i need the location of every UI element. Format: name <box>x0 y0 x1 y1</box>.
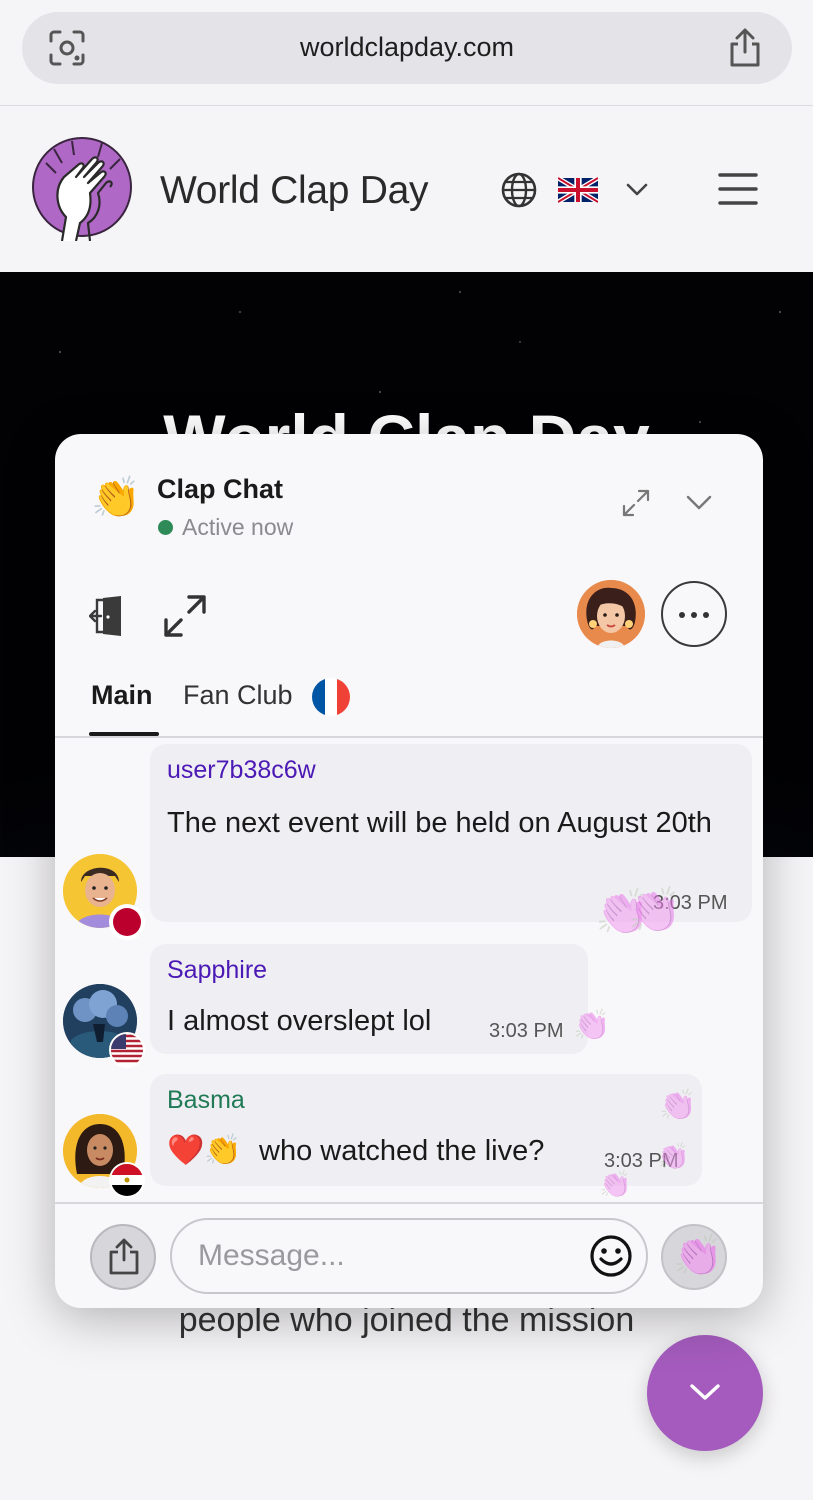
host-avatar[interactable] <box>577 580 645 648</box>
tab-fan-club[interactable]: Fan Club <box>183 680 293 711</box>
message-username[interactable]: Basma <box>167 1086 245 1115</box>
share-icon[interactable] <box>726 28 764 68</box>
chevron-down-icon[interactable] <box>624 179 650 199</box>
clap-reaction-icon[interactable]: 👏 <box>659 1088 696 1123</box>
chat-title: Clap Chat <box>157 474 284 504</box>
url-text[interactable]: worldclapday.com <box>22 32 792 63</box>
message-text: I almost overslept lol <box>167 1005 432 1037</box>
share-button[interactable] <box>90 1224 156 1290</box>
fullscreen-icon[interactable] <box>163 594 207 638</box>
send-clap-button[interactable]: 👏 <box>661 1224 727 1290</box>
site-header: World Clap Day <box>0 107 813 272</box>
message-text: who watched the live? <box>259 1135 545 1167</box>
expand-icon[interactable] <box>621 488 651 518</box>
smiley-icon[interactable] <box>589 1234 633 1278</box>
message-username[interactable]: user7b38c6w <box>167 756 316 785</box>
egypt-flag-icon <box>109 1162 145 1198</box>
clap-reaction-icon[interactable]: 👏 <box>657 1142 689 1172</box>
logo-clap-icon[interactable] <box>32 137 134 241</box>
browser-toolbar: worldclapday.com <box>0 0 813 106</box>
clap-icon: 👏 <box>673 1233 723 1279</box>
message-list[interactable]: user7b38c6w The next event will be held … <box>55 738 763 1202</box>
chat-widget: 👏 Clap Chat Active now Main Fan Club use… <box>55 434 763 1308</box>
message-username[interactable]: Sapphire <box>167 956 267 985</box>
clap-emoji-icon: 👏 <box>91 475 141 521</box>
france-flag-icon <box>312 678 350 716</box>
message-text: The next event will be held on August 20… <box>167 807 712 839</box>
scroll-down-button[interactable] <box>647 1335 763 1451</box>
globe-icon[interactable] <box>500 171 538 209</box>
divider <box>55 1202 763 1204</box>
site-title[interactable]: World Clap Day <box>160 169 428 213</box>
tab-main[interactable]: Main <box>91 680 153 711</box>
japan-flag-icon <box>109 904 145 940</box>
address-bar[interactable]: worldclapday.com <box>22 12 792 84</box>
message-input[interactable] <box>170 1218 648 1294</box>
usa-flag-icon <box>109 1032 145 1068</box>
message-time: 3:03 PM <box>489 1020 564 1042</box>
online-status-dot <box>158 520 173 535</box>
more-options-button[interactable] <box>661 581 727 647</box>
exit-door-icon[interactable] <box>89 594 127 638</box>
uk-flag-icon[interactable] <box>558 177 598 203</box>
clap-reaction-icon[interactable]: 👏 <box>599 1170 631 1200</box>
hamburger-icon[interactable] <box>718 171 758 207</box>
chevron-down-icon[interactable] <box>685 492 713 512</box>
share-icon <box>109 1238 139 1275</box>
message-emoji: ❤️👏 <box>167 1134 242 1167</box>
chat-status: Active now <box>182 514 294 540</box>
more-icon <box>679 612 685 618</box>
clap-reaction-icon[interactable]: 👏 <box>573 1008 610 1043</box>
clap-reaction-icon[interactable]: 👏 <box>627 884 682 936</box>
chevron-down-icon <box>690 1384 720 1400</box>
